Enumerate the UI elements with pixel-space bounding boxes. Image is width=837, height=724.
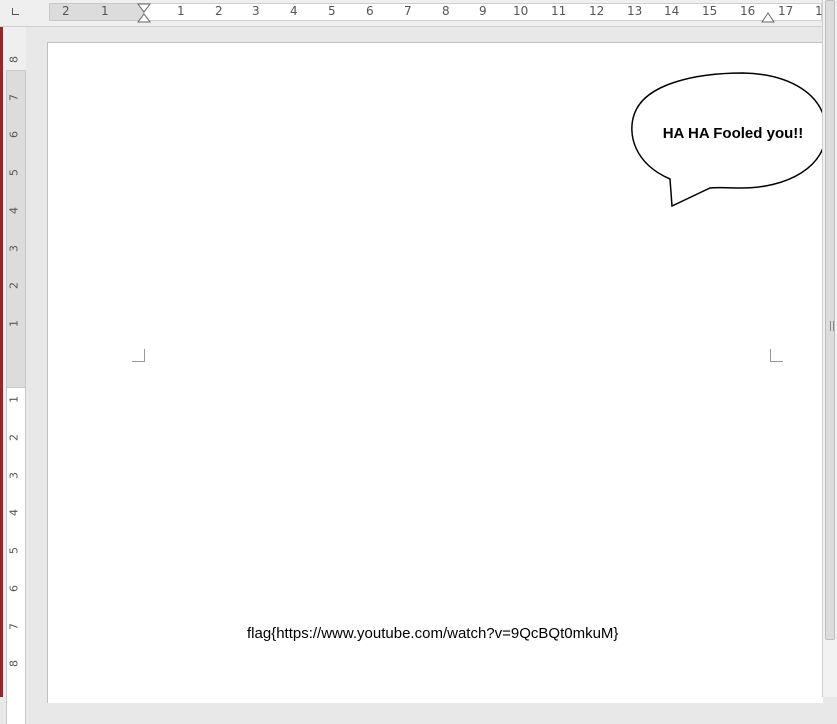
ruler-label: 4	[7, 509, 21, 516]
right-indent-icon[interactable]	[761, 11, 775, 23]
ruler-label: 2	[7, 434, 21, 441]
ruler-label: 7	[7, 94, 21, 101]
ruler-label: 2	[215, 4, 223, 18]
ruler-label: 4	[7, 207, 21, 214]
ruler-label: 4	[290, 4, 298, 18]
scrollbar-thumb[interactable]	[825, 0, 835, 640]
ruler-label: 15	[702, 4, 718, 18]
ruler-label: 10	[513, 4, 529, 18]
ruler-label: 11	[551, 4, 567, 18]
ruler-label: 6	[7, 585, 21, 592]
ruler-label: 1	[7, 396, 21, 403]
ruler-label: 7	[404, 4, 412, 18]
ruler-label: 3	[7, 472, 21, 479]
ruler-label: 2	[7, 282, 21, 289]
ruler-label: 3	[252, 4, 260, 18]
callout-text[interactable]: HA HA Fooled you!!	[648, 125, 818, 142]
horizontal-ruler[interactable]: 2 1 1 2 3 4 5 6 7 8 9 10 11 12 13 14 15 …	[0, 0, 823, 27]
ruler-label: 1	[101, 4, 109, 18]
ruler-label: 5	[7, 169, 21, 176]
ruler-label: 14	[664, 4, 680, 18]
vertical-scrollbar[interactable]	[822, 0, 837, 697]
document-body-text[interactable]: flag{https://www.youtube.com/watch?v=9Qc…	[247, 625, 618, 642]
ruler-label: 8	[442, 4, 450, 18]
document-page[interactable]: HA HA Fooled you!! flag{https://www.yout…	[47, 42, 823, 703]
tab-stop-icon[interactable]	[12, 8, 19, 15]
ruler-label: 5	[328, 4, 336, 18]
ruler-label: 6	[7, 131, 21, 138]
text-boundary-mark	[770, 349, 783, 362]
ruler-label: 1	[177, 4, 185, 18]
ruler-label: 12	[589, 4, 605, 18]
ruler-label: 7	[7, 623, 21, 630]
ruler-top-margin	[6, 70, 26, 388]
indent-marker-icon[interactable]	[137, 3, 151, 23]
ruler-label: 13	[627, 4, 643, 18]
ruler-label: 3	[7, 245, 21, 252]
ruler-label: 5	[7, 547, 21, 554]
ruler-label: 9	[479, 4, 487, 18]
ruler-label: 1	[7, 320, 21, 327]
scroll-grip-icon	[830, 321, 834, 331]
ruler-label: 17	[778, 4, 794, 18]
ruler-label: 16	[740, 4, 756, 18]
ruler-label: 6	[366, 4, 374, 18]
ruler-label: 8	[7, 660, 21, 667]
vertical-ruler[interactable]	[3, 27, 26, 724]
ruler-label: 2	[62, 4, 70, 18]
ruler-label: 8	[7, 56, 21, 63]
text-boundary-mark	[132, 349, 145, 362]
